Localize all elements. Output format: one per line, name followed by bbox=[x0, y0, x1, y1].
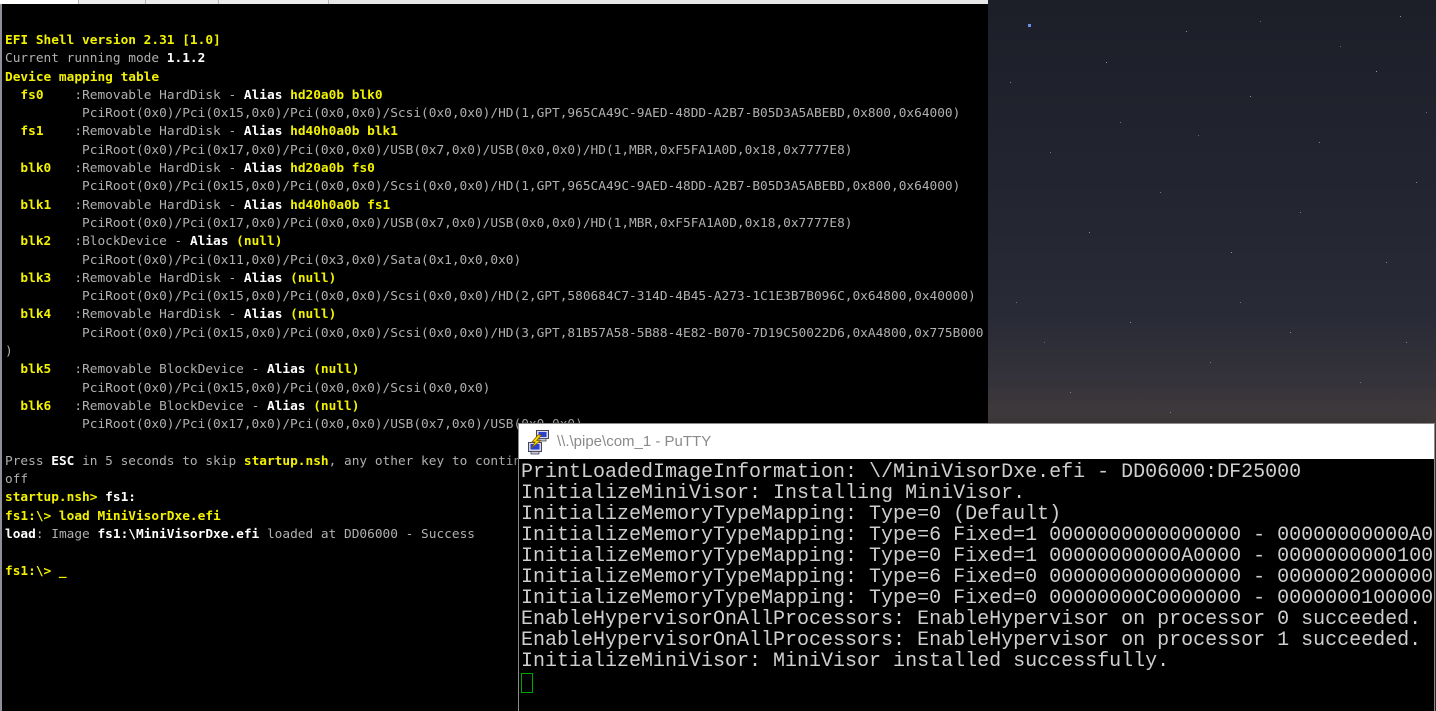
terminal-line: fs1 :Removable HardDisk - Alias hd40h0a0… bbox=[5, 123, 988, 141]
terminal-line: Current running mode 1.1.2 bbox=[5, 50, 988, 68]
terminal-line: PciRoot(0x0)/Pci(0x15,0x0)/Pci(0x0,0x0)/… bbox=[5, 105, 988, 123]
terminal-line: ) bbox=[5, 343, 988, 361]
terminal-line: blk0 :Removable HardDisk - Alias hd20a0b… bbox=[5, 160, 988, 178]
terminal-line: EnableHypervisorOnAllProcessors: EnableH… bbox=[521, 609, 1434, 630]
terminal-line: PciRoot(0x0)/Pci(0x15,0x0)/Pci(0x0,0x0)/… bbox=[5, 178, 988, 196]
terminal-line: PciRoot(0x0)/Pci(0x11,0x0)/Pci(0x3,0x0)/… bbox=[5, 252, 988, 270]
putty-window: \\.\pipe\com_1 - PuTTY PrintLoadedImageI… bbox=[518, 423, 1435, 711]
terminal-line: InitializeMemoryTypeMapping: Type=6 Fixe… bbox=[521, 525, 1434, 546]
window-left-edge bbox=[0, 4, 2, 711]
terminal-line: blk3 :Removable HardDisk - Alias (null) bbox=[5, 270, 988, 288]
terminal-line: PciRoot(0x0)/Pci(0x15,0x0)/Pci(0x0,0x0)/… bbox=[5, 288, 988, 306]
putty-titlebar[interactable]: \\.\pipe\com_1 - PuTTY bbox=[519, 424, 1434, 459]
terminal-line: PciRoot(0x0)/Pci(0x15,0x0)/Pci(0x0,0x0)/… bbox=[5, 380, 988, 398]
terminal-line: InitializeMiniVisor: Installing MiniViso… bbox=[521, 483, 1434, 504]
terminal-line: InitializeMiniVisor: MiniVisor installed… bbox=[521, 651, 1434, 672]
terminal-line: PciRoot(0x0)/Pci(0x15,0x0)/Pci(0x0,0x0)/… bbox=[5, 325, 988, 343]
terminal-line: blk6 :Removable BlockDevice - Alias (nul… bbox=[5, 398, 988, 416]
putty-icon bbox=[527, 429, 551, 455]
screen: EFI Shell version 2.31 [1.0]Current runn… bbox=[0, 0, 1436, 711]
terminal-line: blk1 :Removable HardDisk - Alias hd40h0a… bbox=[5, 197, 988, 215]
putty-terminal-screen[interactable]: PrintLoadedImageInformation: \/MiniVisor… bbox=[519, 459, 1434, 711]
terminal-line: PciRoot(0x0)/Pci(0x17,0x0)/Pci(0x0,0x0)/… bbox=[5, 142, 988, 160]
putty-window-title: \\.\pipe\com_1 - PuTTY bbox=[557, 433, 711, 450]
terminal-line: InitializeMemoryTypeMapping: Type=0 Fixe… bbox=[521, 546, 1434, 567]
terminal-line: PciRoot(0x0)/Pci(0x17,0x0)/Pci(0x0,0x0)/… bbox=[5, 215, 988, 233]
terminal-line: PrintLoadedImageInformation: \/MiniVisor… bbox=[521, 462, 1434, 483]
terminal-line: Device mapping table bbox=[5, 69, 988, 87]
terminal-cursor bbox=[521, 673, 533, 693]
terminal-line: InitializeMemoryTypeMapping: Type=0 Fixe… bbox=[521, 588, 1434, 609]
terminal-line: InitializeMemoryTypeMapping: Type=0 (Def… bbox=[521, 504, 1434, 525]
terminal-line: EnableHypervisorOnAllProcessors: EnableH… bbox=[521, 630, 1434, 651]
terminal-line: InitializeMemoryTypeMapping: Type=6 Fixe… bbox=[521, 567, 1434, 588]
starfield-decoration bbox=[988, 0, 989, 1]
terminal-line: EFI Shell version 2.31 [1.0] bbox=[5, 32, 988, 50]
terminal-line: blk4 :Removable HardDisk - Alias (null) bbox=[5, 306, 988, 324]
terminal-line: blk2 :BlockDevice - Alias (null) bbox=[5, 233, 988, 251]
terminal-line: blk5 :Removable BlockDevice - Alias (nul… bbox=[5, 361, 988, 379]
terminal-line: fs0 :Removable HardDisk - Alias hd20a0b … bbox=[5, 87, 988, 105]
